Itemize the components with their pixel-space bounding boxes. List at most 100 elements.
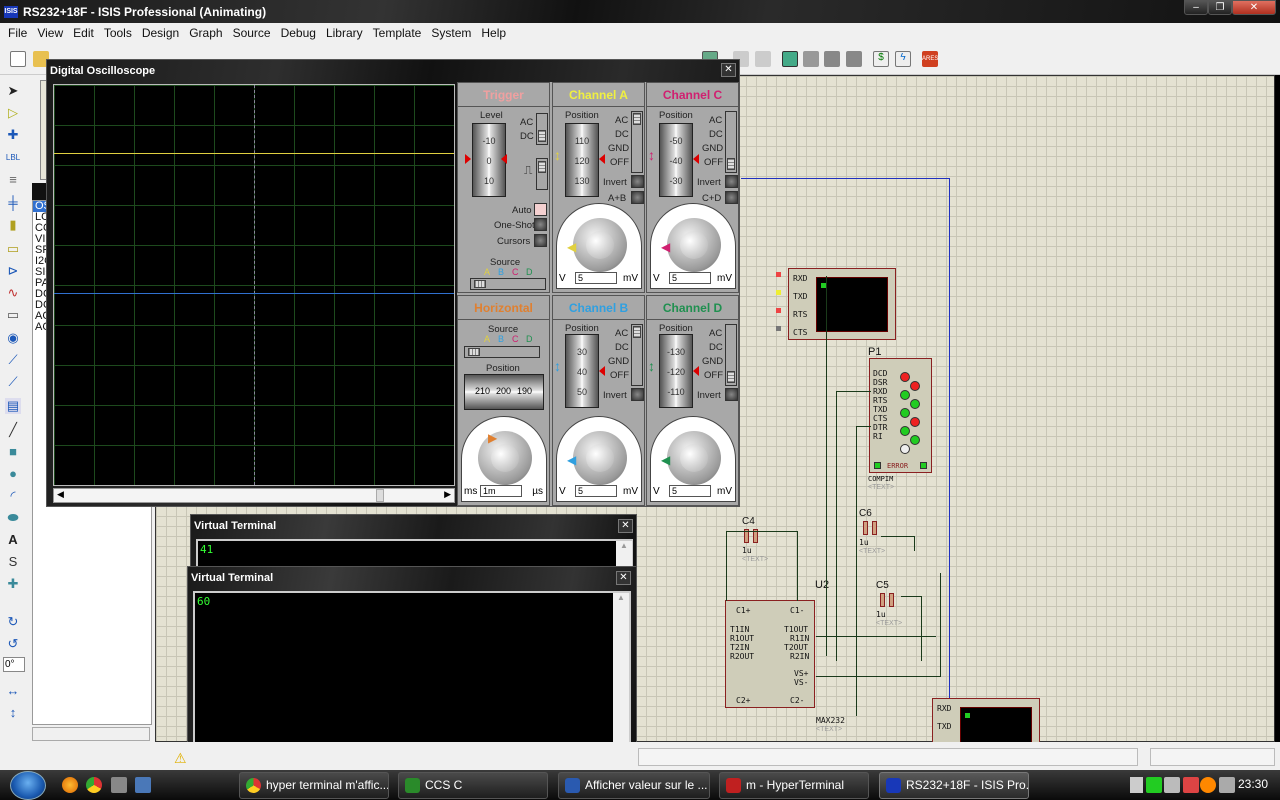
virtual-terminal-close-button[interactable]: ✕ <box>616 571 631 585</box>
ares-icon[interactable]: ARES <box>922 51 938 67</box>
scroll-right-icon[interactable]: ▶ <box>444 489 451 500</box>
channel-c-coupling-slider[interactable] <box>725 111 737 173</box>
channel-c-scale-value[interactable]: 5 <box>669 272 711 284</box>
netlist-icon[interactable] <box>782 51 798 67</box>
subcircuit-icon[interactable]: ▮ <box>5 217 21 233</box>
menu-tools[interactable]: Tools <box>99 26 137 40</box>
virtual-instruments-icon[interactable]: ▤ <box>5 398 21 414</box>
oscilloscope-close-button[interactable]: ✕ <box>721 63 736 77</box>
device-pins-icon[interactable]: ⊳ <box>5 263 21 279</box>
tray-app-icon[interactable] <box>1146 777 1162 793</box>
new-file-icon[interactable] <box>10 51 26 67</box>
menu-library[interactable]: Library <box>321 26 368 40</box>
junction-dot-icon[interactable]: ✚ <box>5 127 21 143</box>
menu-source[interactable]: Source <box>228 26 276 40</box>
capacitor-c6[interactable] <box>863 521 868 535</box>
channel-c-move-icon[interactable]: ↕ <box>648 147 655 163</box>
taskbar-button-chrome[interactable]: hyper terminal m'affic... <box>239 772 389 799</box>
network-tool-icon[interactable] <box>111 777 127 793</box>
virtual-terminal-component[interactable]: RXD TXD <box>932 698 1040 747</box>
wire-label-icon[interactable]: LBL <box>5 150 21 166</box>
mirror-vertical-icon[interactable]: ↕ <box>5 705 21 721</box>
horizontal-source-slider[interactable] <box>464 346 540 358</box>
symbol-tool-icon[interactable]: S <box>5 554 21 570</box>
electrical-check-icon[interactable]: ϟ <box>895 51 911 67</box>
channel-a-coupling-slider[interactable] <box>631 111 643 173</box>
component-mode-icon[interactable]: ▷ <box>5 105 21 121</box>
firefox-icon[interactable] <box>62 777 78 793</box>
property-tool-icon[interactable] <box>755 51 771 67</box>
menu-view[interactable]: View <box>32 26 68 40</box>
one-shot-button[interactable] <box>534 218 547 231</box>
capacitor-c6[interactable] <box>872 521 877 535</box>
channel-a-move-icon[interactable]: ↕ <box>554 147 561 163</box>
menu-design[interactable]: Design <box>137 26 184 40</box>
trigger-source-slider[interactable] <box>470 278 546 290</box>
channel-b-coupling-slider[interactable] <box>631 324 643 386</box>
menu-system[interactable]: System <box>426 26 476 40</box>
text-tool-icon[interactable]: A <box>5 532 21 548</box>
channel-a-scale-value[interactable]: 5 <box>575 272 617 284</box>
circle-tool-icon[interactable]: ● <box>5 466 21 482</box>
menu-graph[interactable]: Graph <box>184 26 227 40</box>
menu-template[interactable]: Template <box>368 26 427 40</box>
taskbar-button-ccs[interactable]: CCS C <box>398 772 548 799</box>
menu-edit[interactable]: Edit <box>68 26 99 40</box>
close-button[interactable]: ✕ <box>1232 0 1276 15</box>
horizontal-time-knob[interactable] <box>478 431 532 485</box>
show-desktop-icon[interactable] <box>135 777 151 793</box>
terminals-icon[interactable]: ▭ <box>5 241 21 257</box>
start-button[interactable] <box>10 771 46 800</box>
scroll-thumb[interactable] <box>376 489 384 502</box>
compim-component[interactable]: DCD DSR RXD RTS TXD CTS DTR RI ERROR <box>869 358 932 473</box>
tape-recorder-icon[interactable]: ▭ <box>5 307 21 323</box>
current-probe-icon[interactable]: ⟋ <box>5 374 21 390</box>
cursors-button[interactable] <box>534 234 547 247</box>
channel-c-volts-knob[interactable] <box>667 218 721 272</box>
audio-alert-icon[interactable] <box>1183 777 1199 793</box>
mirror-horizontal-icon[interactable]: ↔ <box>5 683 21 699</box>
generator-icon[interactable]: ◉ <box>5 330 21 346</box>
channel-d-position-dial[interactable]: -130 -120 -110 <box>659 334 693 408</box>
box-tool-icon[interactable]: ■ <box>5 444 21 460</box>
channel-b-position-dial[interactable]: 30 40 50 <box>565 334 599 408</box>
selection-mode-icon[interactable]: ➤ <box>5 83 21 99</box>
device-list-scrollbar[interactable] <box>32 727 150 741</box>
scroll-left-icon[interactable]: ◀ <box>57 489 64 500</box>
channel-c-invert-button[interactable] <box>725 175 738 188</box>
network-disconnected-icon[interactable] <box>1164 777 1180 793</box>
chrome-icon[interactable] <box>86 777 102 793</box>
channel-a-invert-button[interactable] <box>631 175 644 188</box>
oscilloscope-scrollbar[interactable]: ◀ ▶ <box>53 488 455 503</box>
delete-sheet-icon[interactable] <box>824 51 840 67</box>
path-tool-icon[interactable]: ⬬ <box>5 510 21 526</box>
channel-d-move-icon[interactable]: ↕ <box>648 358 655 374</box>
channel-a-sum-button[interactable] <box>631 191 644 204</box>
rotation-input[interactable]: 0° <box>3 657 25 672</box>
trigger-edge-slider[interactable] <box>536 158 548 190</box>
volume-icon[interactable] <box>1219 777 1235 793</box>
channel-a-volts-knob[interactable] <box>573 218 627 272</box>
channel-c-position-dial[interactable]: -50 -40 -30 <box>659 123 693 197</box>
channel-b-invert-button[interactable] <box>631 388 644 401</box>
virtual-terminal-close-button[interactable]: ✕ <box>618 519 633 533</box>
channel-b-move-icon[interactable]: ↕ <box>554 358 561 374</box>
rotate-anticlockwise-icon[interactable]: ↺ <box>5 636 21 652</box>
channel-d-invert-button[interactable] <box>725 388 738 401</box>
channel-d-scale-value[interactable]: 5 <box>669 485 711 497</box>
avast-icon[interactable] <box>1200 777 1216 793</box>
new-sheet-icon[interactable] <box>803 51 819 67</box>
marker-tool-icon[interactable]: ✚ <box>5 576 21 592</box>
taskbar-button-isis[interactable]: RS232+18F - ISIS Pro... <box>879 772 1029 799</box>
signal-icon[interactable] <box>1127 777 1143 793</box>
taskbar-button-hyperterminal[interactable]: m - HyperTerminal <box>719 772 869 799</box>
menu-help[interactable]: Help <box>476 26 511 40</box>
channel-b-volts-knob[interactable] <box>573 431 627 485</box>
line-tool-icon[interactable]: ╱ <box>5 422 21 438</box>
warning-icon[interactable]: ⚠ <box>174 750 187 767</box>
bus-icon[interactable]: ╪ <box>5 195 21 211</box>
rotate-clockwise-icon[interactable]: ↻ <box>5 614 21 630</box>
horizontal-position-dial[interactable]: 210 200 190 <box>464 374 544 410</box>
virtual-terminal-component[interactable]: RXD TXD RTS CTS <box>788 268 896 340</box>
arc-tool-icon[interactable]: ◜ <box>5 488 21 504</box>
